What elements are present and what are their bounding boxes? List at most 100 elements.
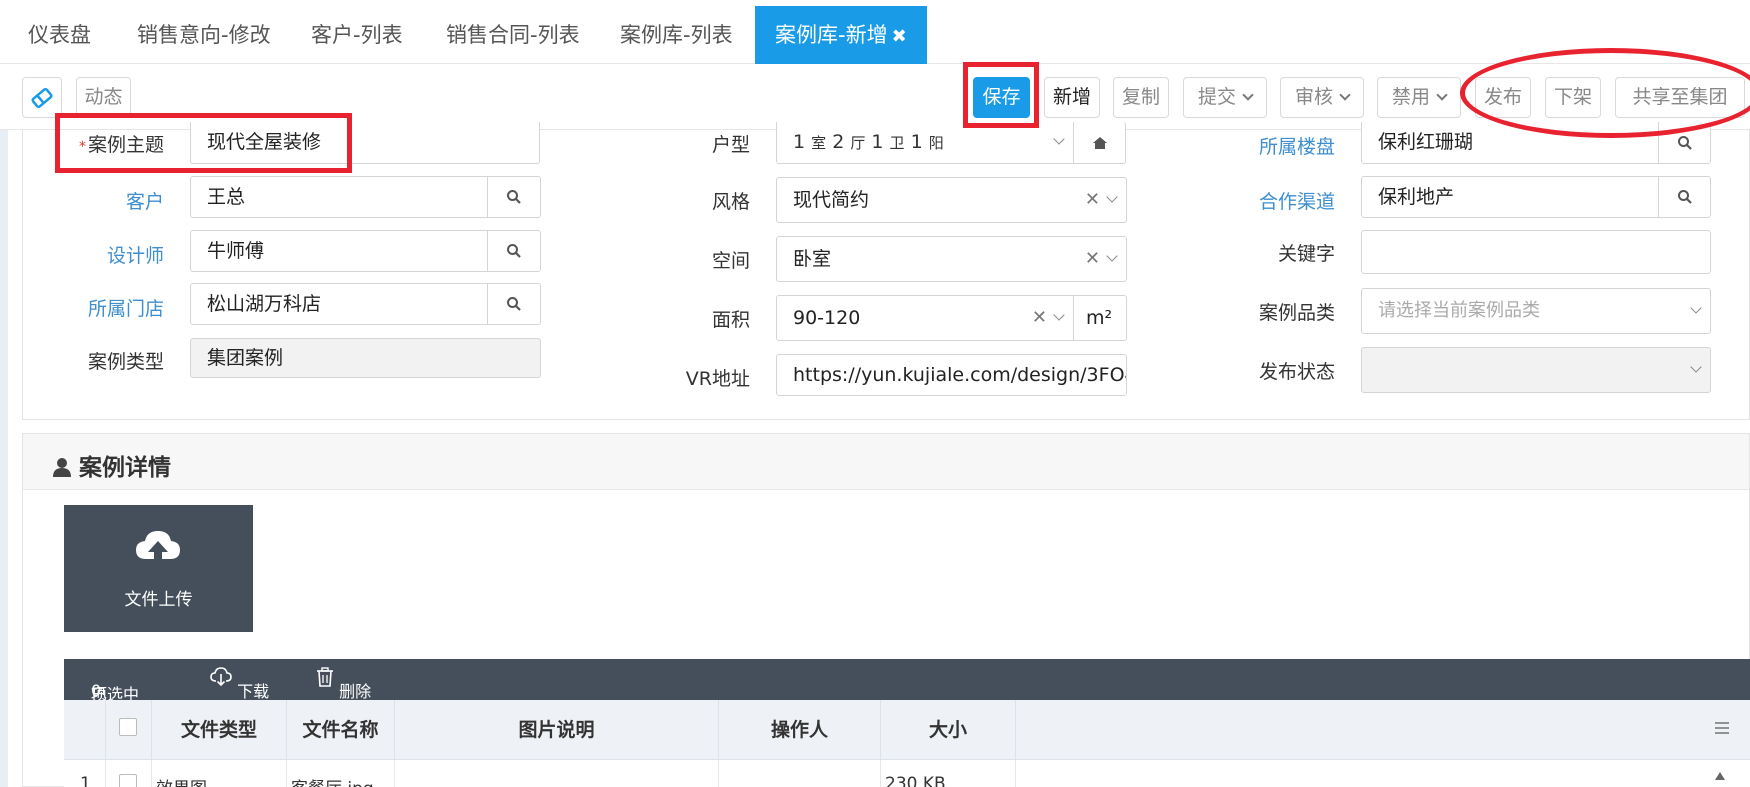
channel-search-button[interactable]: [1658, 176, 1711, 218]
vr-url-input[interactable]: https://yun.kujiale.com/design/3FO4: [776, 354, 1127, 396]
chevron-down-icon: [1106, 250, 1118, 262]
eraser-icon: [31, 87, 53, 109]
file-upload-button[interactable]: 文件上传: [64, 505, 253, 632]
customer-input[interactable]: 王总: [190, 176, 488, 218]
space-label: 空间: [711, 250, 750, 272]
tab-sales-intent-edit[interactable]: 销售意向-修改: [137, 6, 271, 64]
estate-search-button[interactable]: [1658, 122, 1711, 164]
designer-input[interactable]: 牛师傅: [190, 230, 488, 272]
column-header[interactable]: 操作人: [719, 700, 881, 760]
area-select-controls: ✕: [1032, 296, 1065, 340]
space-select[interactable]: 卧室 ✕: [776, 236, 1127, 282]
designer-label[interactable]: 设计师: [70, 241, 164, 268]
clear-icon[interactable]: ✕: [1085, 237, 1100, 281]
file-upload-label: 文件上传: [124, 590, 193, 610]
column-menu-icon[interactable]: [1714, 720, 1730, 739]
chevron-down-icon: [1690, 361, 1702, 373]
share-to-group-button[interactable]: 共享至集团: [1615, 77, 1745, 118]
table-row[interactable]: 1 效果图 客餐厅.jpg 230 KB: [64, 760, 1750, 787]
store-input[interactable]: 松山湖万科店: [190, 283, 488, 325]
select-all-checkbox[interactable]: [119, 718, 137, 736]
tab-case-library-new[interactable]: 案例库-新增 ✖: [755, 6, 927, 64]
cloud-upload-icon: [136, 531, 180, 567]
layout-select[interactable]: 1 室 2 厅 1 卫 1 阳: [776, 122, 1074, 164]
publish-status-controls: [1690, 348, 1702, 392]
scroll-up-arrow-icon[interactable]: [1714, 766, 1726, 785]
theme-input[interactable]: 现代全屋装修: [190, 122, 540, 164]
row-checkbox[interactable]: [119, 774, 137, 787]
chevron-down-icon: [1436, 89, 1448, 101]
add-button[interactable]: 新增: [1044, 77, 1100, 118]
publish-status-label: 发布状态: [1258, 361, 1335, 383]
estate-input[interactable]: 保利红珊瑚: [1361, 122, 1659, 164]
row-number-header: [64, 700, 106, 760]
copy-button[interactable]: 复制: [1113, 77, 1169, 118]
customer-search-button[interactable]: [487, 176, 541, 218]
category-placeholder: 请选择当前案例品类: [1378, 300, 1540, 321]
delete-label: 删除: [339, 682, 372, 701]
row-number: 1: [64, 760, 106, 787]
delete-button[interactable]: 删除: [316, 667, 371, 701]
tab-dashboard[interactable]: 仪表盘: [28, 6, 91, 64]
eraser-button[interactable]: [22, 77, 62, 118]
keyword-input[interactable]: [1361, 230, 1711, 274]
tab-customer-list[interactable]: 客户-列表: [311, 6, 403, 64]
file-grid-header: 文件类型 文件名称 图片说明 操作人 大小: [64, 700, 1750, 760]
layout-label: 户型: [711, 134, 750, 156]
layout-hall: 2: [832, 131, 845, 153]
layout-hall-unit: 厅: [850, 134, 866, 152]
customer-label[interactable]: 客户: [70, 187, 164, 214]
clear-icon[interactable]: ✕: [1032, 296, 1047, 340]
store-search-button[interactable]: [487, 283, 541, 325]
disable-dropdown[interactable]: 禁用: [1377, 77, 1461, 118]
vr-label: VR地址: [685, 368, 750, 390]
unpublish-button[interactable]: 下架: [1545, 77, 1601, 118]
channel-label[interactable]: 合作渠道: [1235, 187, 1335, 214]
chevron-down-icon: [1242, 89, 1254, 101]
required-marker: *: [78, 139, 86, 155]
house-button[interactable]: [1073, 122, 1126, 164]
image-desc-cell: [395, 760, 719, 787]
store-label[interactable]: 所属门店: [70, 294, 164, 321]
style-select[interactable]: 现代简约 ✕: [776, 177, 1127, 223]
search-icon: [507, 244, 521, 258]
clear-icon[interactable]: ✕: [1085, 178, 1100, 222]
column-header[interactable]: 图片说明: [395, 700, 719, 760]
case-detail-title: 案例详情: [53, 448, 171, 482]
style-label: 风格: [711, 191, 750, 213]
tab-case-library-list[interactable]: 案例库-列表: [620, 6, 733, 64]
area-label: 面积: [711, 309, 750, 331]
layout-bath: 1: [871, 131, 884, 153]
publish-button[interactable]: 发布: [1475, 77, 1531, 118]
chevron-down-icon: [1690, 302, 1702, 314]
layout-room: 1: [793, 131, 806, 153]
estate-label[interactable]: 所属楼盘: [1235, 132, 1335, 159]
submit-dropdown[interactable]: 提交: [1183, 77, 1267, 118]
column-header[interactable]: 文件类型: [152, 700, 287, 760]
select-all-cell: [106, 700, 152, 760]
column-header[interactable]: 大小: [881, 700, 1016, 760]
column-header[interactable]: 文件名称: [287, 700, 395, 760]
area-select[interactable]: 90-120 ✕: [776, 295, 1074, 341]
activity-button[interactable]: 动态: [76, 77, 131, 118]
save-button[interactable]: 保存: [973, 77, 1030, 118]
layout-bath-unit: 卫: [889, 134, 905, 152]
keyword-label: 关键字: [1277, 243, 1335, 265]
close-icon[interactable]: ✖: [892, 26, 907, 47]
tab-sales-contract-list[interactable]: 销售合同-列表: [446, 6, 580, 64]
designer-search-button[interactable]: [487, 230, 541, 272]
chevron-down-icon: [1339, 89, 1351, 101]
channel-input[interactable]: 保利地产: [1361, 176, 1659, 218]
review-dropdown[interactable]: 审核: [1280, 77, 1364, 118]
search-icon: [1677, 190, 1692, 204]
row-select-cell: [106, 760, 152, 787]
case-detail-header[interactable]: 案例详情: [23, 434, 1749, 490]
download-button[interactable]: 下载: [210, 667, 269, 701]
layout-room-unit: 室: [811, 134, 827, 152]
chevron-down-icon: [1106, 191, 1118, 203]
case-detail-title-text: 案例详情: [79, 455, 172, 481]
file-type-cell: 效果图: [152, 760, 287, 787]
case-type-label: 案例类型: [87, 351, 164, 373]
category-select[interactable]: 请选择当前案例品类: [1361, 288, 1711, 334]
house-icon: [1092, 136, 1107, 149]
